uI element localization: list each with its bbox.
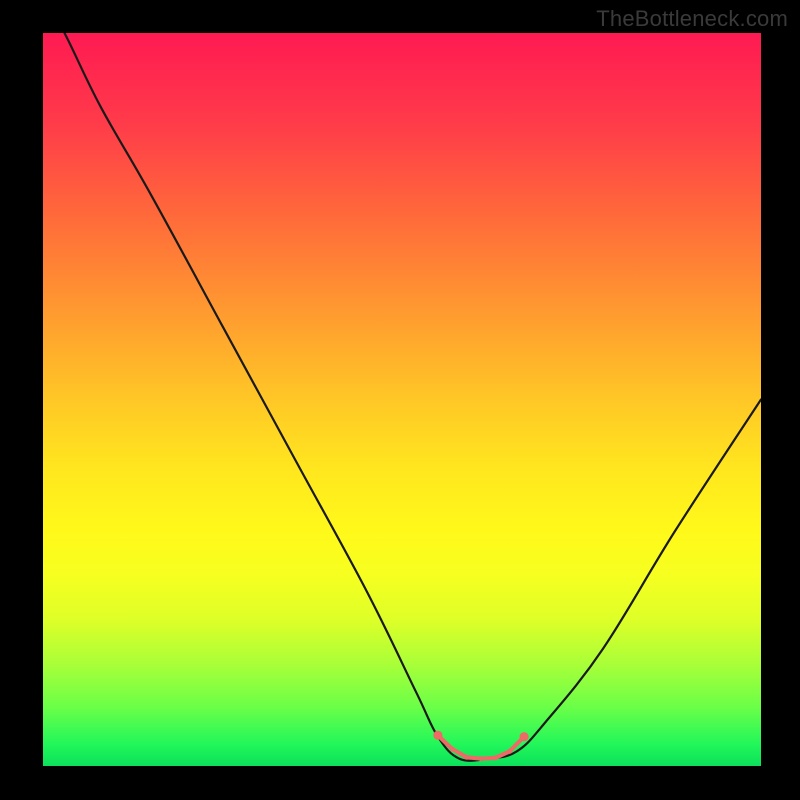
highlight-point [479, 756, 484, 761]
highlight-point [450, 747, 455, 752]
curve-layer [43, 33, 761, 766]
highlight-point [507, 749, 512, 754]
highlight-region [433, 731, 528, 762]
highlight-point [520, 732, 529, 741]
bottleneck-curve [43, 33, 761, 761]
chart-frame: TheBottleneck.com [0, 0, 800, 800]
watermark-text: TheBottleneck.com [596, 6, 788, 32]
highlight-point [433, 731, 442, 740]
plot-area [43, 33, 761, 766]
plot-inner [43, 33, 761, 766]
highlight-point [464, 755, 469, 760]
highlight-point [493, 755, 498, 760]
